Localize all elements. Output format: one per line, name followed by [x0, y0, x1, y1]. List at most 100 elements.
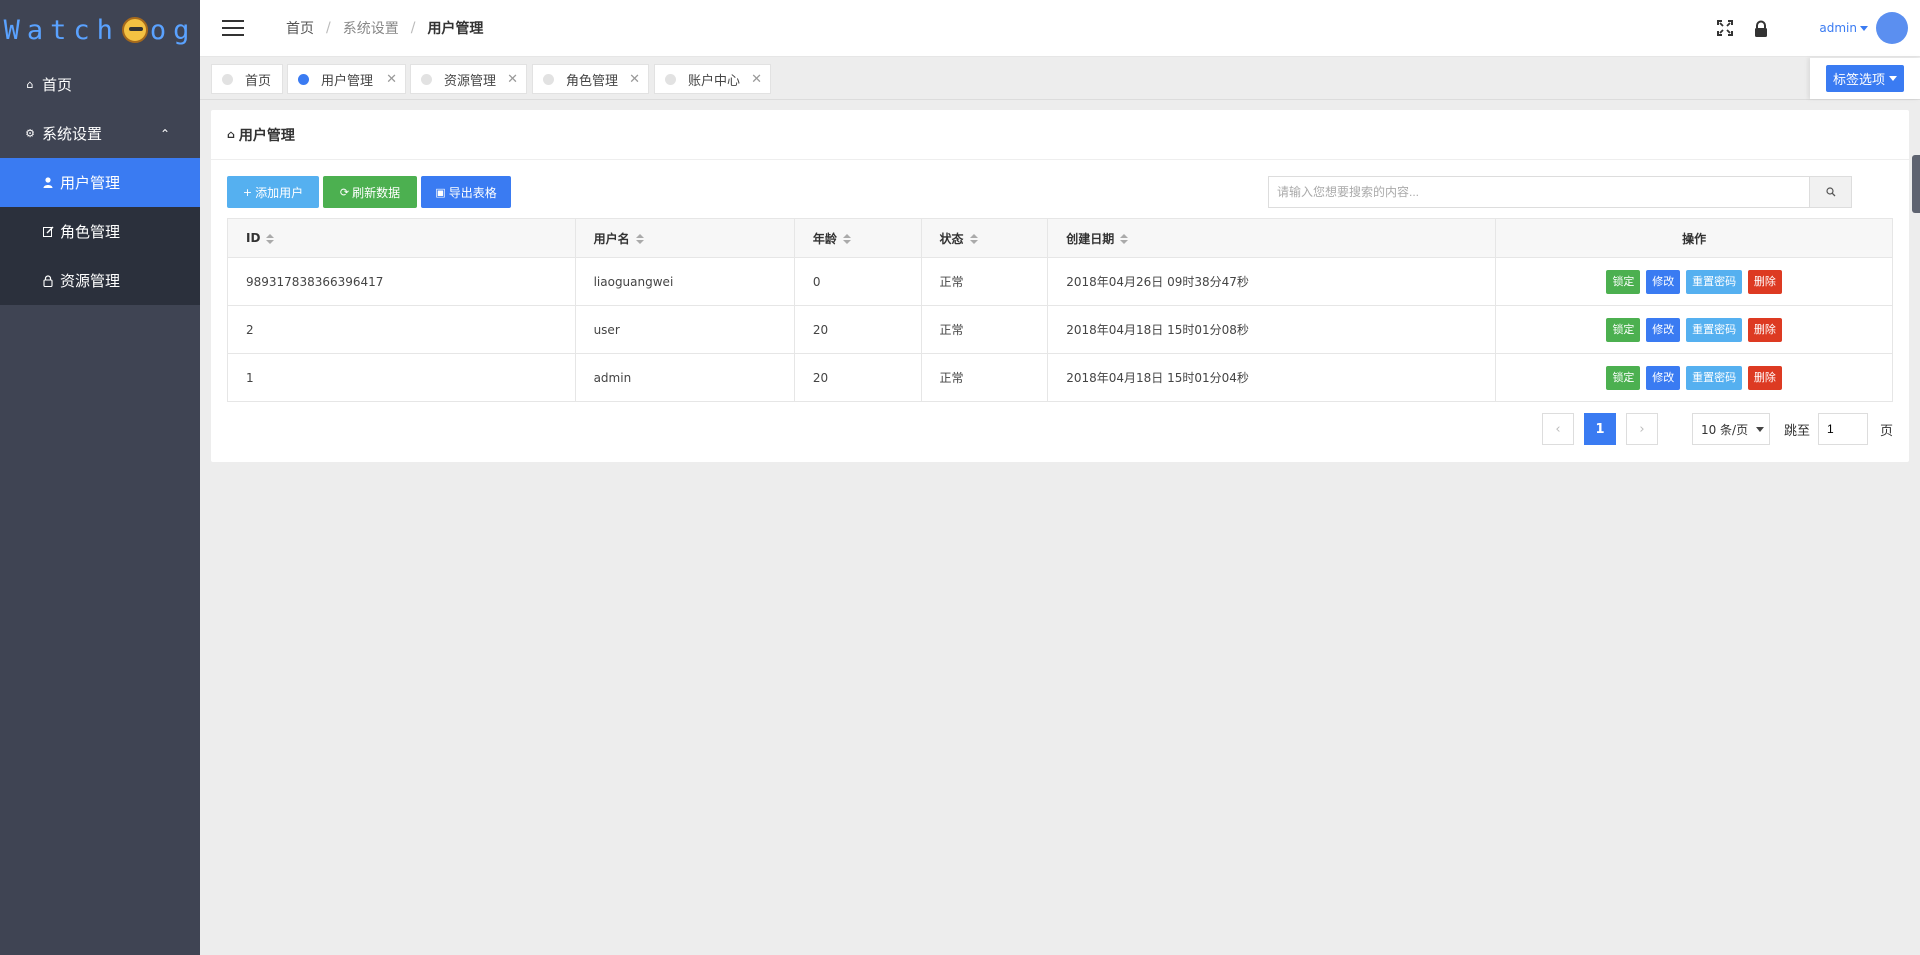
sort-icon[interactable] — [266, 233, 275, 244]
avatar[interactable] — [1876, 12, 1908, 44]
tab-options-button[interactable]: 标签选项 — [1825, 65, 1904, 92]
breadcrumb-separator: / — [410, 20, 416, 36]
close-icon[interactable]: ✕ — [386, 72, 397, 87]
tab-label: 资源管理 — [444, 73, 497, 89]
search-icon — [1825, 187, 1835, 197]
column-label: 创建日期 — [1066, 231, 1115, 246]
column-header-status[interactable]: 状态 — [920, 218, 1049, 258]
cell-status: 正常 — [920, 257, 1049, 306]
reset-password-button[interactable]: 重置密码 — [1686, 317, 1743, 342]
page-size-value: 10 条/页 — [1700, 422, 1749, 437]
edit-button[interactable]: 修改 — [1646, 269, 1681, 294]
sidebar-item-label: 首页 — [42, 76, 73, 94]
delete-button[interactable]: 删除 — [1747, 365, 1782, 390]
sidebar-submenu: 用户管理 角色管理 资源管理 — [0, 158, 200, 305]
cell-created: 2018年04月18日 15时01分08秒 — [1047, 305, 1497, 354]
sidebar: Watch og ⌂ 首页 ⚙ 系统设置 ⌃ 用户管理 角色管理 资源管理 — [0, 0, 200, 955]
add-user-label: 添加用户 — [255, 185, 304, 200]
main-panel: ⌂ 用户管理 + 添加用户 ⟳ 刷新数据 ▣ 导出表格 ID 用户名 年龄 状态 — [211, 110, 1909, 462]
sidebar-item-roles[interactable]: 角色管理 — [0, 207, 200, 256]
refresh-button[interactable]: ⟳ 刷新数据 — [323, 176, 417, 208]
tab-roles[interactable]: 角色管理 ✕ — [532, 64, 649, 94]
tab-status-dot — [665, 73, 676, 85]
user-name: admin — [1819, 21, 1857, 35]
column-header-age[interactable]: 年龄 — [793, 218, 922, 258]
next-page-button[interactable]: › — [1625, 413, 1658, 445]
breadcrumb: 首页 / 系统设置 / 用户管理 — [286, 18, 483, 38]
cell-username: user — [574, 305, 795, 354]
lock-icon[interactable] — [1753, 20, 1769, 37]
close-icon[interactable]: ✕ — [507, 72, 518, 87]
breadcrumb-item-home[interactable]: 首页 — [286, 18, 314, 38]
prev-page-button[interactable]: ‹ — [1541, 413, 1574, 445]
cell-id: 1 — [227, 353, 576, 402]
cell-actions: 锁定 修改 重置密码 删除 — [1495, 305, 1893, 354]
tab-options-container: 标签选项 — [1810, 58, 1920, 99]
tab-home[interactable]: 首页 — [211, 64, 283, 94]
panel-title: 用户管理 — [238, 127, 295, 144]
export-button[interactable]: ▣ 导出表格 — [421, 176, 511, 208]
tab-users[interactable]: 用户管理 ✕ — [287, 64, 406, 94]
column-header-created[interactable]: 创建日期 — [1047, 218, 1497, 258]
sort-icon[interactable] — [1120, 234, 1129, 244]
page-button-current[interactable]: 1 — [1583, 413, 1616, 445]
sidebar-group-settings[interactable]: ⚙ 系统设置 ⌃ — [0, 109, 200, 158]
toolbar: + 添加用户 ⟳ 刷新数据 ▣ 导出表格 — [227, 176, 515, 208]
chevron-up-icon: ⌃ — [159, 126, 170, 141]
header-actions: admin — [1717, 0, 1920, 56]
tab-status-dot — [421, 73, 432, 85]
edit-button[interactable]: 修改 — [1646, 317, 1681, 342]
plus-icon: + — [242, 185, 253, 199]
cell-id: 2 — [227, 305, 576, 354]
sidebar-item-resources[interactable]: 资源管理 — [0, 256, 200, 305]
search-button[interactable] — [1809, 177, 1851, 207]
sort-icon[interactable] — [969, 234, 978, 244]
edit-button[interactable]: 修改 — [1646, 365, 1681, 390]
column-header-username[interactable]: 用户名 — [574, 218, 795, 258]
sort-icon[interactable] — [842, 234, 851, 244]
column-label: 状态 — [939, 231, 964, 246]
goto-page-input[interactable] — [1817, 413, 1868, 445]
table-header-row: ID 用户名 年龄 状态 创建日期 操作 — [227, 218, 1893, 258]
sidebar-item-users[interactable]: 用户管理 — [0, 158, 200, 207]
delete-button[interactable]: 删除 — [1747, 317, 1782, 342]
column-header-id[interactable]: ID — [227, 218, 576, 258]
breadcrumb-item-settings[interactable]: 系统设置 — [343, 18, 399, 38]
search-input[interactable] — [1269, 177, 1809, 207]
cell-created: 2018年04月26日 09时38分47秒 — [1047, 257, 1497, 306]
tab-account[interactable]: 账户中心 ✕ — [654, 64, 771, 94]
delete-button[interactable]: 删除 — [1747, 269, 1782, 294]
lock-button[interactable]: 锁定 — [1606, 269, 1641, 294]
tab-status-dot — [222, 73, 233, 85]
table-row: 989317838366396417 liaoguangwei 0 正常 201… — [227, 257, 1893, 306]
user-menu[interactable]: admin — [1819, 12, 1908, 44]
reset-password-button[interactable]: 重置密码 — [1686, 269, 1743, 294]
caret-down-icon — [1889, 76, 1897, 81]
page-size-select[interactable]: 10 条/页 — [1691, 413, 1770, 445]
table-row: 2 user 20 正常 2018年04月18日 15时01分08秒 锁定 修改… — [227, 305, 1893, 354]
add-user-button[interactable]: + 添加用户 — [227, 176, 319, 208]
edit-icon — [42, 226, 54, 238]
gear-icon: ⚙ — [25, 127, 35, 140]
refresh-icon: ⟳ — [339, 185, 350, 199]
user-icon — [42, 177, 54, 189]
cell-age: 20 — [793, 353, 922, 402]
breadcrumb-item-current: 用户管理 — [427, 21, 484, 37]
close-icon[interactable]: ✕ — [751, 72, 762, 87]
menu-toggle-icon[interactable] — [222, 20, 244, 36]
fullscreen-icon[interactable] — [1717, 20, 1734, 36]
logo[interactable]: Watch og — [0, 0, 200, 60]
close-icon[interactable]: ✕ — [629, 72, 640, 87]
sort-icon[interactable] — [635, 234, 644, 244]
tab-status-dot — [543, 73, 554, 85]
sidebar-item-home[interactable]: ⌂ 首页 — [0, 60, 200, 109]
lock-button[interactable]: 锁定 — [1606, 365, 1641, 390]
cell-username: liaoguangwei — [574, 257, 795, 306]
column-label: 年龄 — [812, 231, 837, 246]
cell-username: admin — [574, 353, 795, 402]
sidebar-group-label: 系统设置 — [42, 125, 103, 143]
lock-button[interactable]: 锁定 — [1606, 317, 1641, 342]
side-drawer-handle[interactable] — [1912, 155, 1920, 213]
reset-password-button[interactable]: 重置密码 — [1686, 365, 1743, 390]
tab-resources[interactable]: 资源管理 ✕ — [410, 64, 527, 94]
